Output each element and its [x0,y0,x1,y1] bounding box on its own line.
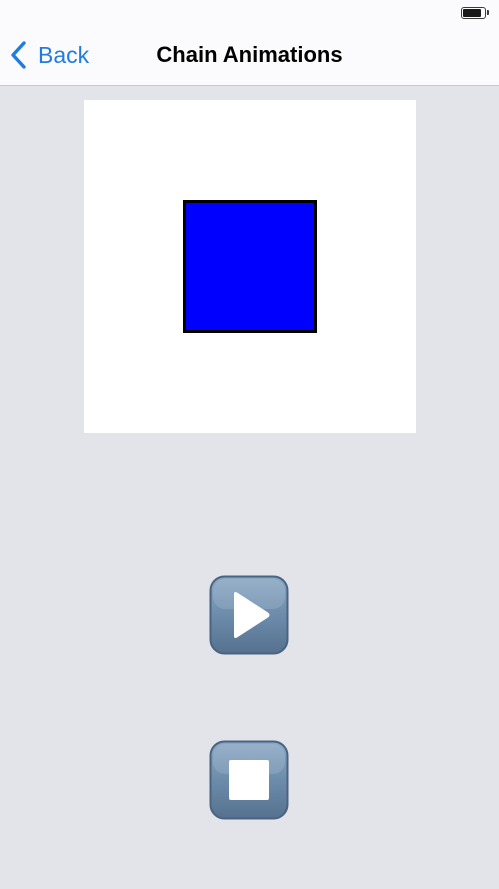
battery-icon [461,7,486,19]
play-button[interactable] [209,575,289,655]
play-icon [209,575,289,655]
animation-canvas [84,100,416,433]
stop-icon [209,740,289,820]
battery-level-fill [463,9,481,17]
battery-nub [487,10,489,15]
stop-button[interactable] [209,740,289,820]
animated-square [183,200,317,333]
page-title: Chain Animations [156,42,343,67]
navigation-bar: Back Chain Animations [0,26,499,86]
status-bar [0,0,499,26]
